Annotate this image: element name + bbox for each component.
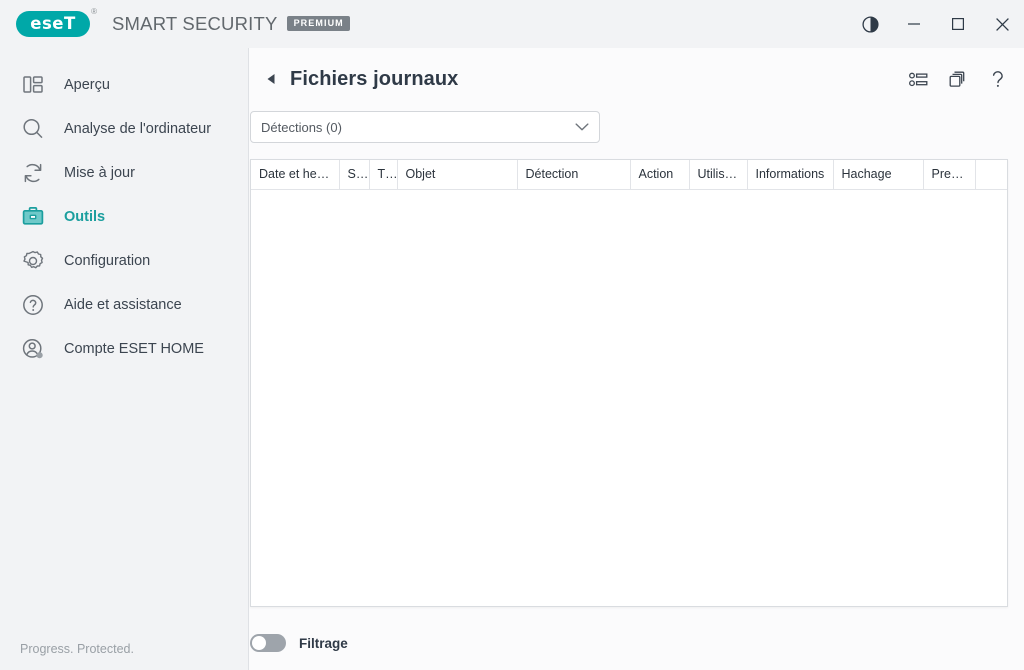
sidebar-item-label: Aide et assistance: [64, 297, 182, 313]
status-text: Progress. Protected.: [20, 642, 134, 656]
filter-toggle[interactable]: [250, 634, 286, 652]
help-button[interactable]: [986, 67, 1010, 91]
gear-icon: [20, 248, 46, 274]
sidebar-item-label: Outils: [64, 209, 106, 225]
chevron-down-icon: [575, 123, 589, 132]
eset-logo: eseT ®: [16, 7, 97, 37]
title-bar: eseT ® SMART SECURITY PREMIUM: [0, 0, 1024, 48]
column-header-informations[interactable]: Informations: [747, 160, 834, 190]
eset-window: eseT ® SMART SECURITY PREMIUM Aperçu Ana…: [0, 0, 1024, 670]
sidebar-nav: Aperçu Analyse de l'ordinateur Mise à jo…: [0, 63, 248, 371]
eset-logo-text: eseT: [30, 13, 76, 33]
theme-toggle-button[interactable]: [848, 0, 892, 48]
column-header-detection[interactable]: Détection: [517, 160, 631, 190]
question-circle-icon: [20, 292, 46, 318]
log-table: Date et heu… S… T… Objet Détection Actio…: [250, 159, 1008, 607]
sidebar-item-compte-eset-home[interactable]: Compte ESET HOME: [0, 327, 248, 371]
back-button[interactable]: [263, 71, 279, 87]
column-header-severity[interactable]: S…: [339, 160, 370, 190]
page-title: Fichiers journaux: [290, 67, 459, 90]
log-table-grid: Date et heu… S… T… Objet Détection Actio…: [251, 160, 1007, 190]
copy-window-button[interactable]: [946, 67, 970, 91]
close-icon: [995, 17, 1010, 32]
registered-mark: ®: [91, 7, 97, 16]
copy-window-icon: [948, 70, 968, 89]
column-header-premiere[interactable]: Pre…: [923, 160, 976, 190]
maximize-button[interactable]: [936, 0, 980, 48]
column-header-hachage[interactable]: Hachage: [833, 160, 924, 190]
column-header-date[interactable]: Date et heu…: [251, 160, 340, 190]
column-header-utilisateur[interactable]: Utilisat…: [689, 160, 748, 190]
maximize-icon: [951, 17, 965, 31]
column-header-objet[interactable]: Objet: [397, 160, 518, 190]
header-tools: [906, 48, 1010, 110]
close-button[interactable]: [980, 0, 1024, 48]
contrast-icon: [861, 15, 879, 33]
sidebar-item-aide[interactable]: Aide et assistance: [0, 283, 248, 327]
column-header-action[interactable]: Action: [630, 160, 690, 190]
log-table-body-empty: [251, 189, 1007, 606]
log-table-header-row: Date et heu… S… T… Objet Détection Actio…: [251, 160, 1007, 190]
sidebar-item-label: Mise à jour: [64, 165, 135, 181]
sidebar-item-mise-a-jour[interactable]: Mise à jour: [0, 151, 248, 195]
user-account-icon: [20, 336, 46, 362]
columns-settings-icon: [908, 72, 928, 87]
brand-block: eseT ® SMART SECURITY PREMIUM: [16, 0, 350, 48]
dashboard-icon: [20, 72, 46, 98]
minimize-button[interactable]: [892, 0, 936, 48]
page-header: Fichiers journaux: [249, 48, 1024, 110]
magnifier-icon: [20, 116, 46, 142]
window-controls: [848, 0, 1024, 48]
sidebar-item-label: Analyse de l'ordinateur: [64, 121, 212, 137]
sidebar-item-analyse[interactable]: Analyse de l'ordinateur: [0, 107, 248, 151]
filter-row: Filtrage: [250, 634, 348, 652]
sidebar-item-apercu[interactable]: Aperçu: [0, 63, 248, 107]
columns-settings-button[interactable]: [906, 67, 930, 91]
filter-toggle-label: Filtrage: [299, 635, 348, 651]
help-icon: [990, 69, 1006, 89]
minimize-icon: [907, 17, 921, 31]
sidebar: Aperçu Analyse de l'ordinateur Mise à jo…: [0, 48, 248, 670]
sidebar-item-outils[interactable]: Outils: [0, 195, 248, 239]
back-arrow-icon: [266, 73, 276, 85]
sidebar-item-configuration[interactable]: Configuration: [0, 239, 248, 283]
product-name: SMART SECURITY: [112, 13, 278, 34]
refresh-icon: [20, 160, 46, 186]
sidebar-item-label: Aperçu: [64, 77, 110, 93]
column-header-type[interactable]: T…: [369, 160, 398, 190]
main-panel: Fichiers journaux Détections (0) Date et…: [248, 48, 1024, 670]
log-type-select[interactable]: Détections (0): [250, 111, 600, 143]
sidebar-item-label: Configuration: [64, 253, 151, 269]
filter-toggle-knob: [252, 636, 266, 650]
sidebar-item-label: Compte ESET HOME: [64, 341, 204, 357]
edition-badge: PREMIUM: [286, 15, 350, 31]
column-header-spacer[interactable]: [975, 160, 1007, 190]
log-type-select-value: Détections (0): [261, 119, 342, 135]
toolbox-icon: [20, 204, 46, 230]
